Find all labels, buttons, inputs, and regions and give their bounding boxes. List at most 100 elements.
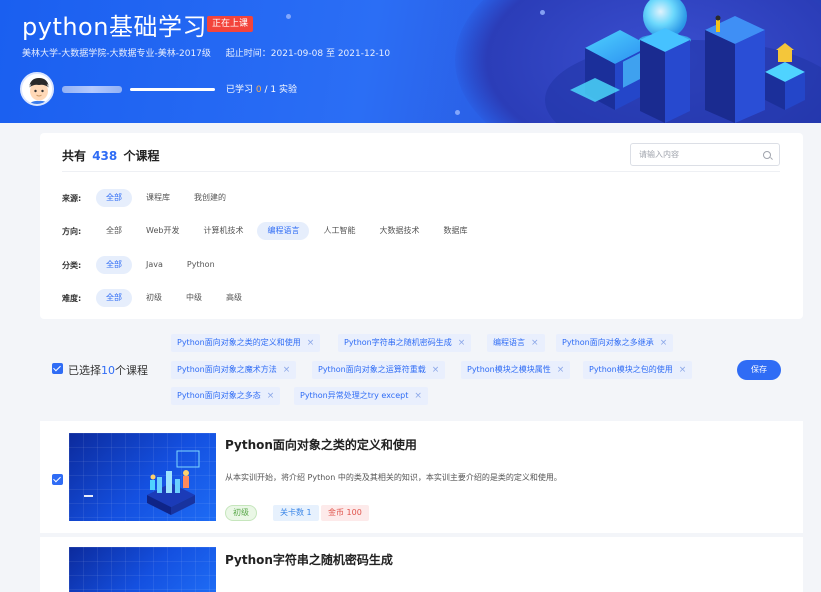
total-suffix: 个课程 (123, 149, 160, 163)
course-total: 共有 438 个课程 (62, 147, 159, 164)
tag-label: 编程语言 (493, 338, 525, 347)
filter-direction-ai[interactable]: 人工智能 (313, 222, 365, 240)
close-icon[interactable]: × (458, 338, 466, 348)
filter-label-category: 分类: (62, 260, 82, 270)
selected-prefix: 已选择 (68, 364, 101, 377)
filter-difficulty-advanced[interactable]: 高级 (216, 289, 252, 307)
close-icon[interactable]: × (414, 391, 422, 401)
selected-count: 10 (101, 364, 115, 377)
course-title[interactable]: Python字符串之随机密码生成 (225, 551, 393, 568)
filter-source-all[interactable]: 全部 (96, 189, 132, 207)
close-icon[interactable]: × (307, 338, 315, 348)
total-count: 438 (92, 149, 118, 163)
selected-count-text: 已选择10个课程 (68, 362, 148, 378)
total-prefix: 共有 (62, 149, 87, 163)
course-checkbox[interactable] (52, 474, 63, 485)
selected-tag[interactable]: Python模块之包的使用 × (583, 361, 693, 379)
tag-label: Python面向对象之多继承 (562, 338, 654, 347)
selected-tag[interactable]: Python字符串之随机密码生成 × (338, 334, 472, 352)
selected-tag[interactable]: Python异常处理之try except × (294, 387, 428, 405)
search-box (630, 143, 780, 166)
filter-source-mine[interactable]: 我创建的 (184, 189, 236, 207)
filter-direction-all[interactable]: 全部 (96, 222, 132, 240)
course-list-item[interactable]: Python字符串之随机密码生成 (40, 537, 803, 592)
filter-difficulty-beginner[interactable]: 初级 (136, 289, 172, 307)
time-range-value: 2021-09-08 至 2021-12-10 (270, 49, 391, 59)
difficulty-badge: 初级 (225, 505, 257, 521)
banner-dot (455, 110, 460, 115)
course-illustration-icon (84, 450, 200, 515)
filter-direction-database[interactable]: 数据库 (433, 222, 477, 240)
live-status-badge: 正在上课 (207, 16, 254, 32)
course-banner: python基础学习 正在上课 美林大学-大数据学院-大数据专业-美林-2017… (0, 0, 821, 123)
selected-tag[interactable]: Python面向对象之多继承 × (556, 334, 674, 352)
tag-label: Python字符串之随机密码生成 (344, 338, 452, 347)
selected-suffix: 个课程 (115, 364, 148, 377)
selected-tag[interactable]: Python面向对象之魔术方法 × (171, 361, 297, 379)
course-description: 从本实训开始，将介绍 Python 中的类及其相关的知识，本实训主要介绍的是类的… (225, 473, 562, 482)
course-thumbnail[interactable] (69, 547, 216, 592)
progress-total: / 1 实验 (264, 85, 297, 95)
filter-row-difficulty: 难度: 全部 初级 中级 高级 (62, 288, 256, 308)
banner-dot (286, 14, 291, 19)
close-icon[interactable]: × (283, 365, 291, 375)
select-all-checkbox[interactable] (52, 363, 63, 374)
filter-category-java[interactable]: Java (136, 256, 173, 274)
course-thumbnail[interactable] (69, 433, 216, 521)
tag-label: Python模块之包的使用 (589, 365, 673, 374)
class-info: 美林大学-大数据学院-大数据专业-美林-2017级 (22, 49, 211, 59)
filter-difficulty-all[interactable]: 全部 (96, 289, 132, 307)
banner-illustration (570, 0, 805, 123)
selected-tag[interactable]: Python模块之模块属性 × (461, 361, 571, 379)
selected-tag[interactable]: Python面向对象之多态 × (171, 387, 281, 405)
search-input[interactable] (639, 147, 759, 162)
close-icon[interactable]: × (432, 365, 440, 375)
coin-badge: 金币 100 (321, 505, 369, 521)
tag-label: Python面向对象之魔术方法 (177, 365, 277, 374)
divider (62, 171, 780, 172)
avatar-icon (22, 74, 52, 104)
level-count-badge: 关卡数 1 (273, 505, 319, 521)
course-list-item[interactable]: Python面向对象之类的定义和使用 从本实训开始，将介绍 Python 中的类… (40, 421, 803, 533)
thumbnail-grid (69, 547, 216, 592)
filter-category-all[interactable]: 全部 (96, 256, 132, 274)
selected-tag[interactable]: Python面向对象之运算符重载 × (312, 361, 446, 379)
course-title: python基础学习 (22, 13, 207, 41)
filter-source-library[interactable]: 课程库 (136, 189, 180, 207)
filter-direction-programming[interactable]: 编程语言 (257, 222, 310, 240)
time-range-label: 起止时间： (225, 49, 271, 59)
close-icon[interactable]: × (557, 365, 565, 375)
study-progress-bar (130, 88, 215, 91)
filter-difficulty-intermediate[interactable]: 中级 (176, 289, 212, 307)
filter-direction-cs[interactable]: 计算机技术 (193, 222, 253, 240)
tag-label: Python面向对象之多态 (177, 391, 261, 400)
filter-row-direction: 方向: 全部 Web开发 计算机技术 编程语言 人工智能 大数据技术 数据库 (62, 221, 481, 241)
filter-label-difficulty: 难度: (62, 293, 82, 303)
filter-direction-web[interactable]: Web开发 (136, 222, 189, 240)
user-name-redacted (62, 86, 122, 93)
tag-label: Python模块之模块属性 (467, 365, 551, 374)
close-icon[interactable]: × (679, 365, 687, 375)
save-button[interactable]: 保存 (737, 360, 781, 380)
selected-courses-bar: 已选择10个课程 Python面向对象之类的定义和使用 × Python字符串之随… (40, 325, 803, 413)
course-meta: 美林大学-大数据学院-大数据专业-美林-2017级 起止时间：2021-09-0… (22, 46, 390, 59)
progress-done: 0 (255, 85, 262, 95)
close-icon[interactable]: × (660, 338, 668, 348)
course-title[interactable]: Python面向对象之类的定义和使用 (225, 436, 417, 453)
tag-label: Python面向对象之类的定义和使用 (177, 338, 301, 347)
selected-tag[interactable]: Python面向对象之类的定义和使用 × (171, 334, 321, 352)
tag-label: Python面向对象之运算符重载 (318, 365, 426, 374)
progress-label: 已学习 (226, 85, 254, 95)
search-icon[interactable] (763, 151, 771, 159)
filter-category-python[interactable]: Python (177, 256, 225, 274)
tag-label: Python异常处理之try except (300, 391, 409, 400)
close-icon[interactable]: × (267, 391, 275, 401)
avatar[interactable] (20, 72, 54, 106)
filter-row-category: 分类: 全部 Java Python (62, 255, 229, 275)
selected-tag[interactable]: 编程语言 × (487, 334, 545, 352)
course-filter-panel: 共有 438 个课程 来源: 全部 课程库 我创建的 方向: 全部 Web开发 … (40, 133, 803, 319)
filter-row-source: 来源: 全部 课程库 我创建的 (62, 188, 240, 208)
filter-label-source: 来源: (62, 193, 82, 203)
close-icon[interactable]: × (531, 338, 539, 348)
filter-direction-bigdata[interactable]: 大数据技术 (369, 222, 429, 240)
